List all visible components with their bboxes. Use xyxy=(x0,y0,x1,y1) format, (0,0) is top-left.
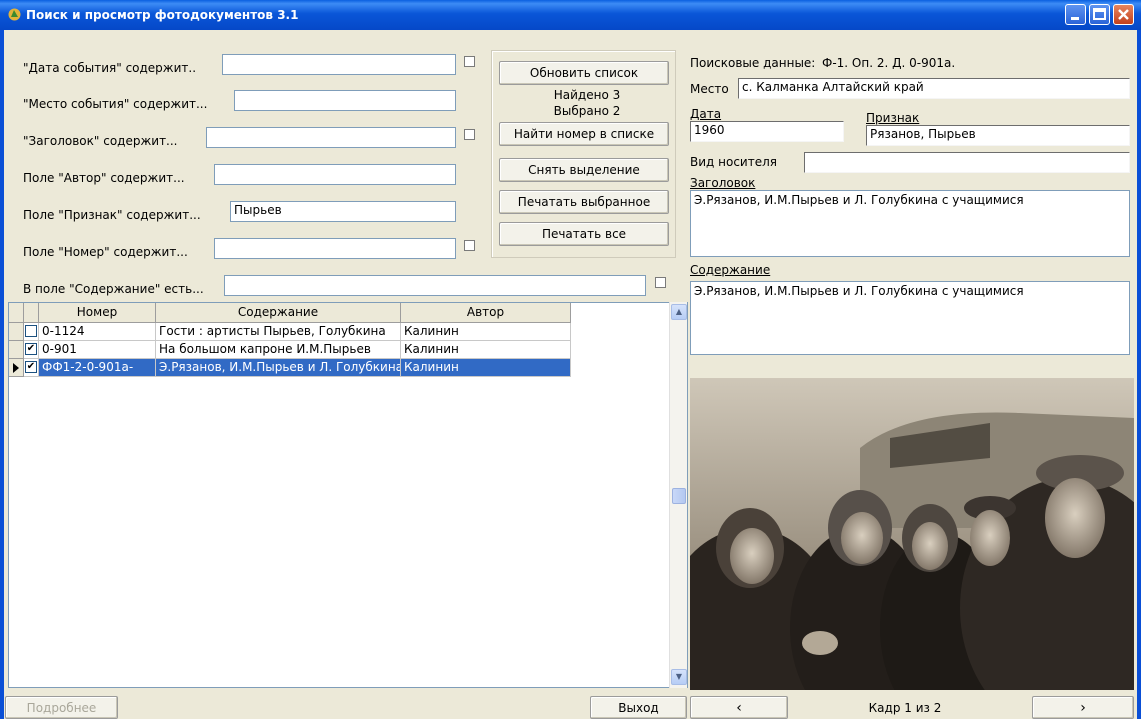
detail-title-memo[interactable]: Э.Рязанов, И.М.Пырьев и Л. Голубкина с у… xyxy=(690,190,1130,257)
grid-header-number[interactable]: Номер xyxy=(39,303,156,323)
date-filter-label: "Дата события" содержит.. xyxy=(23,61,197,75)
detail-media-label: Вид носителя xyxy=(690,155,777,169)
grid-header-content[interactable]: Содержание xyxy=(156,303,401,323)
table-row[interactable]: 0-1124 Гости : артисты Пырьев, Голубкина К… xyxy=(9,323,571,341)
grid-corner-header xyxy=(9,303,24,323)
content-filter-label: В поле "Содержание" есть... xyxy=(23,282,204,296)
selected-count: Выбрано 2 xyxy=(553,104,621,118)
grid-vertical-scrollbar[interactable]: ▲ ▼ xyxy=(669,302,687,688)
row-check-cell[interactable] xyxy=(24,323,39,341)
grid-header-author[interactable]: Автор xyxy=(401,303,571,323)
next-frame-button[interactable]: › xyxy=(1032,696,1134,719)
row-indicator[interactable] xyxy=(9,359,24,377)
table-row[interactable]: ✔ ФФ1-2-0-901а- Э.Рязанов, И.М.Пырьев и Л.… xyxy=(9,359,571,377)
detail-place-label: Место xyxy=(690,82,729,96)
photo-image xyxy=(690,378,1134,690)
cell-number[interactable]: 0-901 xyxy=(39,341,156,359)
scroll-down-icon[interactable]: ▼ xyxy=(671,669,687,685)
row-indicator[interactable] xyxy=(9,323,24,341)
found-count: Найдено 3 xyxy=(553,88,621,102)
detail-sign-label: Признак xyxy=(866,111,920,125)
window-frame-right xyxy=(1137,30,1141,719)
detail-sign-field[interactable]: Рязанов, Пырьев xyxy=(866,125,1130,146)
scroll-up-icon[interactable]: ▲ xyxy=(671,304,687,320)
detail-content-memo[interactable]: Э.Рязанов, И.М.Пырьев и Л. Голубкина с у… xyxy=(690,281,1130,355)
row-checkbox[interactable]: ✔ xyxy=(25,343,37,355)
close-icon xyxy=(1118,9,1129,20)
cell-content[interactable]: Э.Рязанов, И.М.Пырьев и Л. Голубкина xyxy=(156,359,401,377)
detail-place-field[interactable]: с. Калманка Алтайский край xyxy=(738,78,1130,99)
detail-content-label: Содержание xyxy=(690,263,771,277)
detail-date-field[interactable]: 1960 xyxy=(690,121,844,142)
number-filter-checkbox[interactable] xyxy=(464,240,475,251)
scroll-thumb[interactable] xyxy=(672,488,686,504)
date-filter-checkbox[interactable] xyxy=(464,56,475,67)
number-filter-label: Поле "Номер" содержит... xyxy=(23,245,188,259)
row-checkbox[interactable]: ✔ xyxy=(25,361,37,373)
minimize-button[interactable] xyxy=(1065,4,1086,25)
detail-title-label: Заголовок xyxy=(690,176,756,190)
title-filter-label: "Заголовок" содержит... xyxy=(23,134,178,148)
photo-preview xyxy=(690,378,1134,690)
sign-filter-input[interactable]: Пырьев xyxy=(230,201,456,222)
number-filter-input[interactable] xyxy=(214,238,456,259)
author-filter-label: Поле "Автор" содержит... xyxy=(23,171,185,185)
row-check-cell[interactable]: ✔ xyxy=(24,341,39,359)
grid-check-header xyxy=(24,303,39,323)
cell-author[interactable]: Калинин xyxy=(401,323,571,341)
cell-author[interactable]: Калинин xyxy=(401,359,571,377)
app-icon xyxy=(8,8,21,21)
print-all-button[interactable]: Печатать все xyxy=(499,222,669,246)
maximize-icon xyxy=(1093,8,1106,20)
search-data-label: Поисковые данные: xyxy=(690,56,816,70)
close-button[interactable] xyxy=(1113,4,1134,25)
place-filter-label: "Место события" содержит... xyxy=(23,97,208,111)
maximize-button[interactable] xyxy=(1089,4,1110,25)
minimize-icon xyxy=(1071,17,1079,20)
deselect-button[interactable]: Снять выделение xyxy=(499,158,669,182)
current-row-arrow-icon xyxy=(13,363,19,373)
window-title: Поиск и просмотр фотодокументов 3.1 xyxy=(26,8,299,22)
place-filter-input[interactable] xyxy=(234,90,456,111)
search-data-value: Ф-1. Оп. 2. Д. 0-901а. xyxy=(822,56,956,70)
find-number-button[interactable]: Найти номер в списке xyxy=(499,122,669,146)
content-filter-input[interactable] xyxy=(224,275,646,296)
results-grid[interactable]: Номер Содержание Автор 0-1124 Гости : арт… xyxy=(8,302,688,688)
title-filter-input[interactable] xyxy=(206,127,456,148)
frame-counter: Кадр 1 из 2 xyxy=(868,701,942,715)
print-selected-button[interactable]: Печатать выбранное xyxy=(499,190,669,214)
content-filter-checkbox[interactable] xyxy=(655,277,666,288)
cell-author[interactable]: Калинин xyxy=(401,341,571,359)
table-row[interactable]: ✔ 0-901 На большом капроне И.М.Пырьев Калин… xyxy=(9,341,571,359)
title-bar[interactable]: Поиск и просмотр фотодокументов 3.1 xyxy=(0,0,1141,30)
cell-content[interactable]: На большом капроне И.М.Пырьев xyxy=(156,341,401,359)
sign-filter-label: Поле "Признак" содержит... xyxy=(23,208,201,222)
date-filter-input[interactable] xyxy=(222,54,456,75)
details-button[interactable]: Подробнее xyxy=(5,696,118,719)
row-indicator[interactable] xyxy=(9,341,24,359)
exit-button[interactable]: Выход xyxy=(590,696,687,719)
previous-frame-button[interactable]: ‹ xyxy=(690,696,788,719)
author-filter-input[interactable] xyxy=(214,164,456,185)
window-frame-left xyxy=(0,30,4,719)
cell-content[interactable]: Гости : артисты Пырьев, Голубкина xyxy=(156,323,401,341)
detail-date-label: Дата xyxy=(690,107,722,121)
cell-number[interactable]: ФФ1-2-0-901а- xyxy=(39,359,156,377)
row-checkbox[interactable] xyxy=(25,325,37,337)
row-check-cell[interactable]: ✔ xyxy=(24,359,39,377)
refresh-list-button[interactable]: Обновить список xyxy=(499,61,669,85)
detail-media-field[interactable] xyxy=(804,152,1130,173)
title-filter-checkbox[interactable] xyxy=(464,129,475,140)
cell-number[interactable]: 0-1124 xyxy=(39,323,156,341)
